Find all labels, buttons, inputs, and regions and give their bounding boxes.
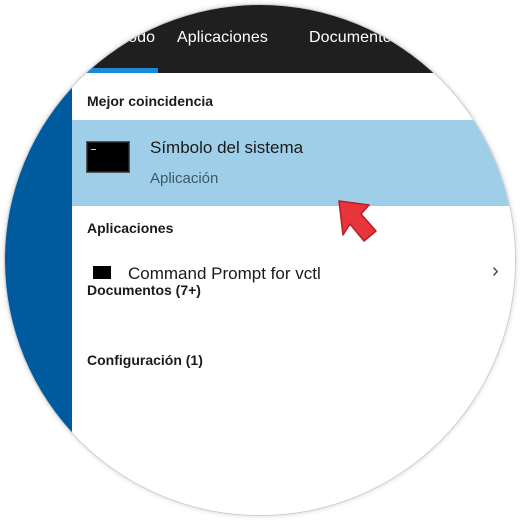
tab-documentos[interactable]: Documentos — [309, 29, 400, 47]
app-result-label: Command Prompt for vctl — [128, 264, 321, 283]
command-prompt-icon — [93, 266, 111, 279]
best-match-subtitle: Aplicación — [150, 170, 219, 187]
search-tabs-bar: Todo Aplicaciones Documentos — [5, 5, 515, 73]
tab-todo[interactable]: Todo — [120, 29, 155, 47]
chevron-right-icon[interactable]: › — [492, 261, 499, 281]
command-prompt-icon — [86, 141, 130, 173]
best-match-title: Símbolo del sistema — [150, 138, 304, 157]
zoom-circle: Todo Aplicaciones Documentos Mejor coinc… — [5, 5, 515, 515]
section-best-match: Mejor coincidencia — [87, 93, 214, 109]
pointer-arrow-icon — [338, 200, 377, 242]
tab-aplicaciones[interactable]: Aplicaciones — [177, 29, 268, 47]
best-match-result[interactable]: Símbolo del sistema Aplicación — [72, 120, 515, 206]
section-apps: Aplicaciones — [87, 220, 174, 236]
search-results-panel: Mejor coincidencia Símbolo del sistema A… — [72, 73, 515, 515]
start-sidebar — [5, 73, 72, 515]
screenshot-stage: Todo Aplicaciones Documentos Mejor coinc… — [0, 0, 520, 520]
section-settings[interactable]: Configuración (1) — [87, 352, 203, 368]
section-documents[interactable]: Documentos (7+) — [87, 282, 201, 298]
